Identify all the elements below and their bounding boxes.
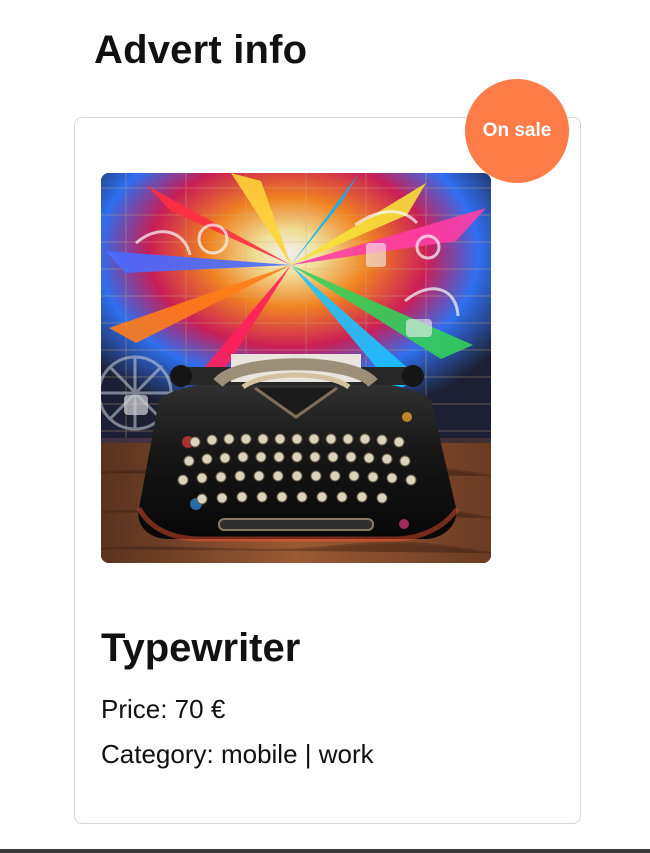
on-sale-badge: On sale <box>465 79 569 183</box>
product-category: Category: mobile | work <box>101 739 374 769</box>
product-image <box>101 173 491 563</box>
typewriter-image-illustration <box>101 173 491 563</box>
page: Advert info On sale Typewriter Price: 70… <box>0 0 650 853</box>
page-title: Advert info <box>94 28 308 72</box>
product-price: Price: 70 € <box>101 694 226 724</box>
bottom-divider <box>0 849 650 853</box>
product-name: Typewriter <box>101 626 301 670</box>
